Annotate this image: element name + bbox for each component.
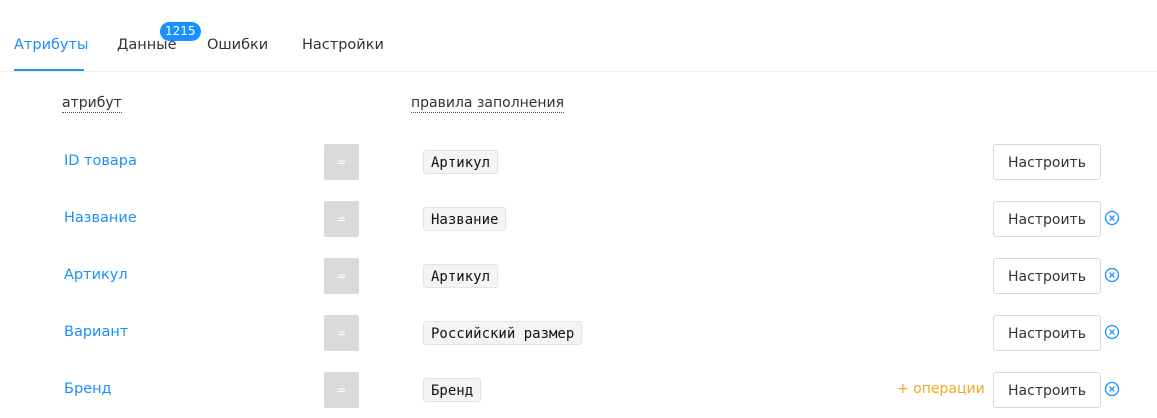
equals-button[interactable]: = <box>324 258 359 294</box>
remove-circle-icon[interactable] <box>1104 324 1120 340</box>
tab-bar: Атрибуты Данные 1215 Ошибки Настройки <box>0 0 1157 72</box>
table-row: Вариант = Российский размер Настроить <box>0 315 1157 351</box>
configure-button[interactable]: Настроить <box>993 201 1101 237</box>
attribute-name-link[interactable]: ID товара <box>64 153 137 169</box>
column-header-attribute[interactable]: атрибут <box>62 95 122 113</box>
tab-attributes[interactable]: Атрибуты <box>14 37 88 53</box>
remove-circle-icon[interactable] <box>1104 381 1120 397</box>
attribute-name-link[interactable]: Артикул <box>64 267 128 283</box>
equals-button[interactable]: = <box>324 315 359 351</box>
table-row: Бренд = Бренд + операции Настроить <box>0 372 1157 408</box>
data-count-badge: 1215 <box>160 22 201 41</box>
configure-button[interactable]: Настроить <box>993 258 1101 294</box>
configure-button[interactable]: Настроить <box>993 315 1101 351</box>
rule-tag: Артикул <box>423 150 499 174</box>
rule-tag: Артикул <box>423 264 499 288</box>
configure-button[interactable]: Настроить <box>993 144 1101 180</box>
rule-tag: Российский размер <box>423 321 583 345</box>
tab-errors[interactable]: Ошибки <box>207 37 268 53</box>
remove-circle-icon[interactable] <box>1104 267 1120 283</box>
table-row: ID товара = Артикул Настроить <box>0 144 1157 180</box>
table-row: Артикул = Артикул Настроить <box>0 258 1157 294</box>
column-header-rules[interactable]: правила заполнения <box>411 95 565 113</box>
add-operations-link[interactable]: + операции <box>897 381 985 397</box>
table-row: Название = Название Настроить <box>0 201 1157 237</box>
equals-button[interactable]: = <box>324 144 359 180</box>
equals-button[interactable]: = <box>324 372 359 408</box>
attribute-name-link[interactable]: Бренд <box>64 381 112 397</box>
configure-button[interactable]: Настроить <box>993 372 1101 408</box>
rule-tag: Бренд <box>423 378 482 402</box>
attribute-name-link[interactable]: Название <box>64 210 137 226</box>
active-tab-indicator <box>14 69 84 71</box>
equals-button[interactable]: = <box>324 201 359 237</box>
remove-circle-icon[interactable] <box>1104 210 1120 226</box>
attribute-name-link[interactable]: Вариант <box>64 324 128 340</box>
rule-tag: Название <box>423 207 507 231</box>
tab-settings[interactable]: Настройки <box>302 37 384 53</box>
